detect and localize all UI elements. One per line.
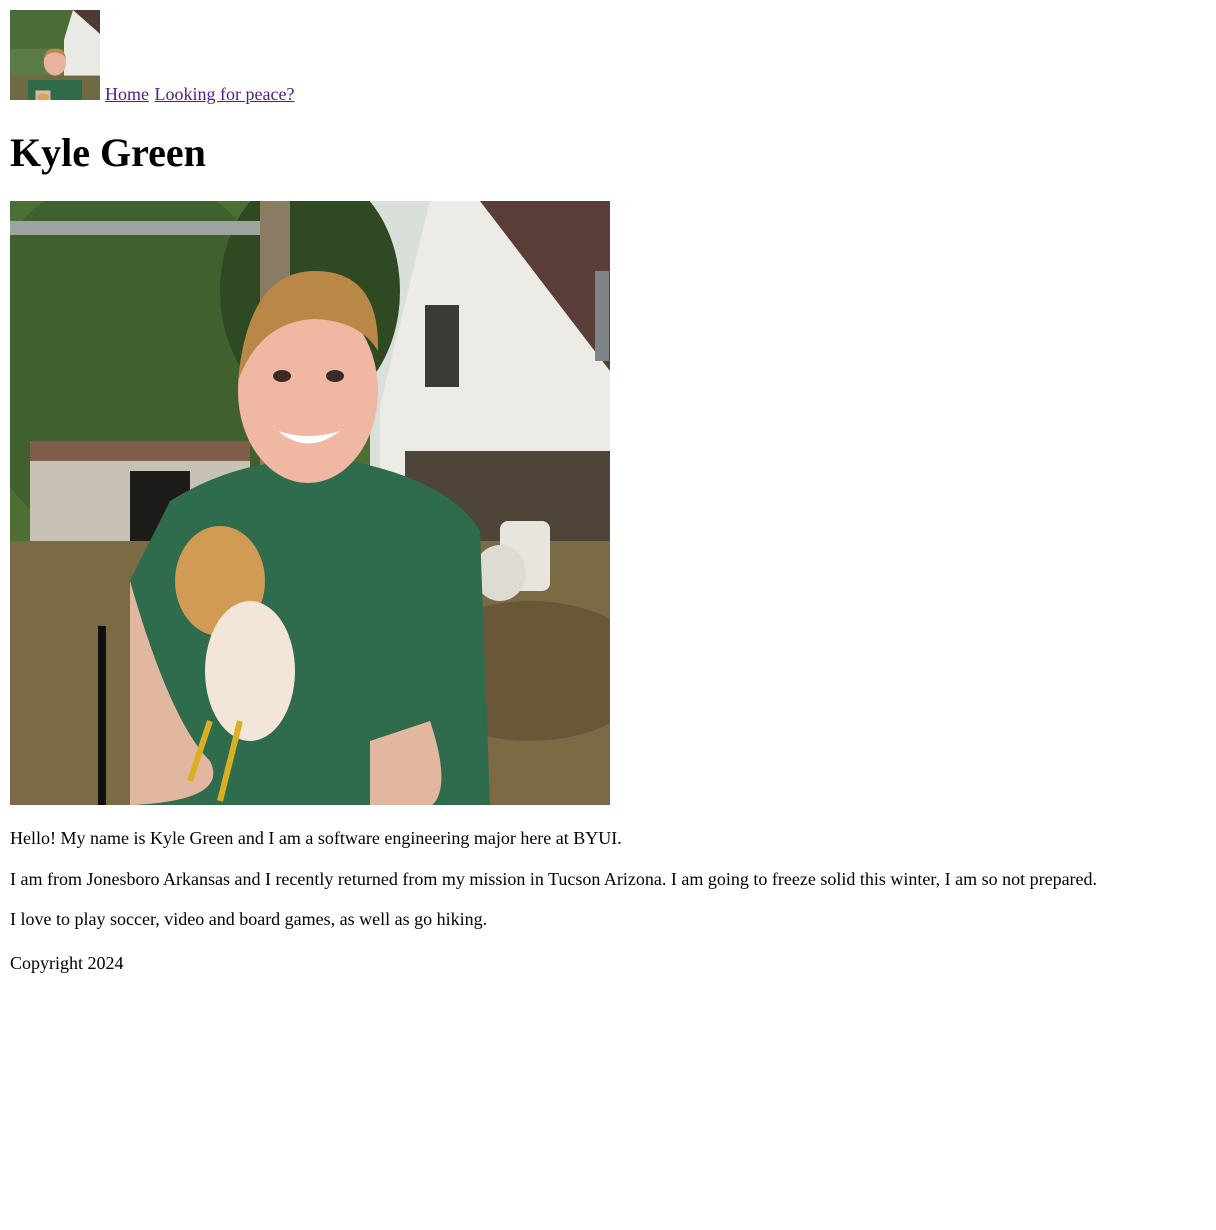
nav-home-link[interactable]: Home	[105, 84, 149, 104]
about-paragraph-intro: Hello! My name is Kyle Green and I am a …	[10, 828, 622, 848]
nav-looking-for-peace-link[interactable]: Looking for peace?	[155, 84, 295, 104]
footer: Copyright 2024	[10, 952, 124, 975]
profile-thumbnail	[10, 10, 100, 100]
site-header: Home Looking for peace?	[10, 10, 1206, 106]
main-nav: Home Looking for peace?	[105, 82, 295, 106]
about-section: Hello! My name is Kyle Green and I am a …	[10, 827, 1206, 949]
hero-photo	[10, 201, 610, 805]
about-paragraph-hometown: I am from Jonesboro Arkansas and I recen…	[10, 869, 1098, 889]
profile-thumbnail-image	[10, 10, 100, 100]
about-paragraph-hobbies: I love to play soccer, video and board g…	[10, 909, 488, 929]
page-title: Kyle Green	[10, 130, 206, 175]
hero-photo-image	[10, 201, 610, 805]
copyright-text: Copyright 2024	[10, 953, 124, 973]
